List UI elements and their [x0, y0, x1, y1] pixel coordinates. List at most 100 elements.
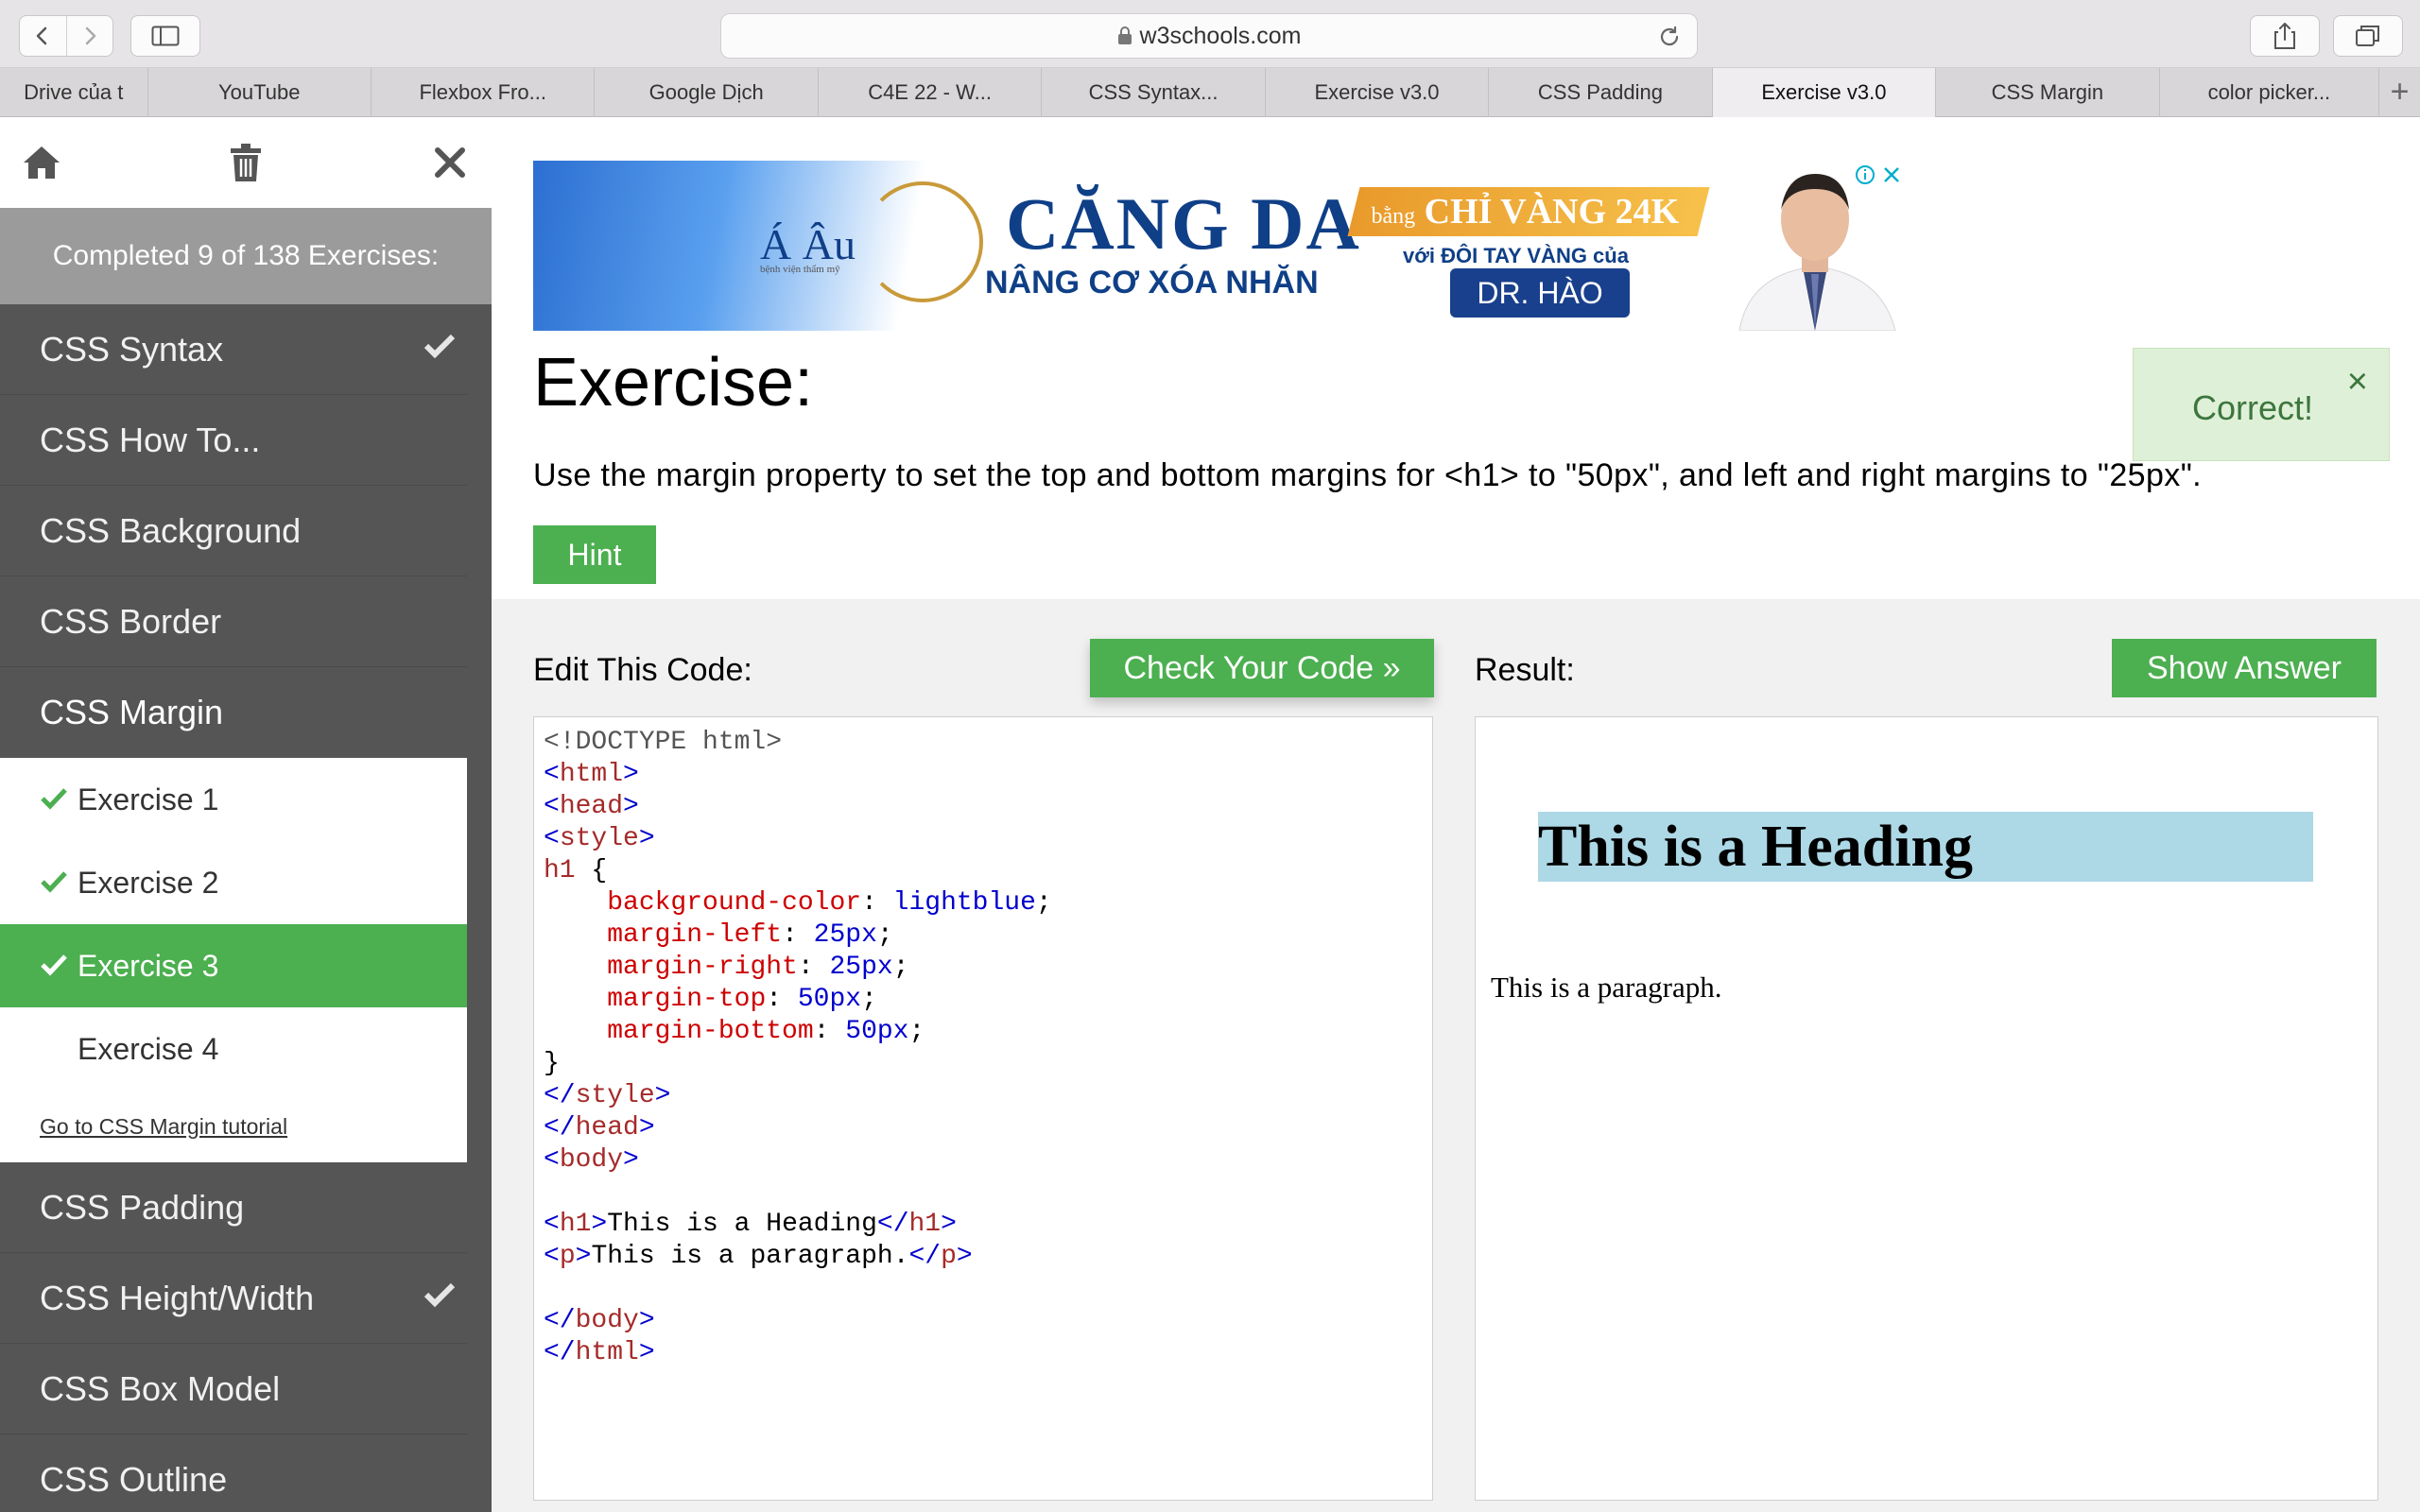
tab-bar: Drive của t YouTube Flexbox Fro... Googl… [0, 68, 2420, 117]
forward-button[interactable] [65, 16, 113, 56]
code-line: margin-left: 25px; [544, 919, 1423, 952]
tab-label: CSS Margin [1991, 80, 2104, 104]
correct-text: Correct! [2192, 388, 2314, 427]
sidebar-item-css-padding[interactable]: CSS Padding [0, 1162, 467, 1253]
exercise-item-1[interactable]: Exercise 1 [0, 758, 467, 841]
ad-brand-name: Á Âu [760, 220, 856, 268]
tab[interactable]: CSS Syntax... [1042, 68, 1266, 117]
show-answer-button[interactable]: Show Answer [2112, 639, 2377, 697]
sidebar-item-css-border[interactable]: CSS Border [0, 576, 467, 667]
result-frame: This is a Heading This is a paragraph. [1475, 716, 2378, 1501]
show-tabs-button[interactable] [2333, 15, 2403, 57]
code-token: 50px [845, 1017, 909, 1046]
code-token: : [797, 953, 830, 982]
home-button[interactable] [19, 140, 64, 185]
code-token: </ [544, 1306, 576, 1335]
code-editor[interactable]: <!DOCTYPE html> <html> <head> <style> h1 { b… [533, 716, 1433, 1501]
sidebar-item-label: CSS Outline [40, 1459, 228, 1499]
editor-title: Edit This Code: [533, 652, 752, 688]
exercise-item-2[interactable]: Exercise 2 [0, 841, 467, 924]
tab-active[interactable]: Exercise v3.0 [1712, 68, 1937, 117]
check-code-button[interactable]: Check Your Code » [1090, 639, 1434, 697]
code-line: <html> [544, 759, 1423, 791]
code-token: html [575, 1338, 639, 1367]
code-token: ; [876, 920, 893, 950]
browser-toolbar: w3schools.com [0, 0, 2420, 68]
exercise-item-3[interactable]: Exercise 3 [0, 924, 467, 1007]
code-token: html [559, 760, 624, 789]
tab[interactable]: Google Dịch [595, 68, 819, 117]
code-token: p [941, 1242, 957, 1271]
close-icon[interactable]: × [2347, 362, 2368, 403]
ad-brand: Á Âu bệnh viện thẩm mỹ [760, 219, 856, 275]
hint-button[interactable]: Hint [533, 525, 656, 584]
checkmark-icon [41, 788, 67, 810]
tab[interactable]: CSS Padding [1489, 68, 1713, 117]
checkmark-icon [41, 871, 67, 893]
code-token: h1 [559, 1210, 592, 1239]
close-sidebar-button[interactable] [427, 140, 473, 185]
ad-gold-ribbon: bằng CHỈ VÀNG 24K [1347, 187, 1710, 236]
exercise-description: Use the margin property to set the top a… [533, 457, 2203, 493]
code-token: > [638, 1113, 655, 1143]
code-token: </ [544, 1113, 576, 1143]
sidebar-item-css-background[interactable]: CSS Background [0, 486, 467, 576]
doctor-photo [1720, 161, 1910, 331]
code-token: body [575, 1306, 639, 1335]
sidebar-item-css-height-width[interactable]: CSS Height/Width [0, 1253, 467, 1344]
sidebar-item-css-margin[interactable]: CSS Margin [0, 667, 467, 758]
close-icon[interactable] [1881, 164, 1902, 185]
new-tab-button[interactable]: + [2379, 68, 2420, 116]
reload-icon[interactable] [1657, 25, 1682, 49]
code-token: This is a paragraph. [591, 1242, 909, 1271]
code-token: : [861, 888, 893, 918]
result-paragraph: This is a paragraph. [1491, 971, 1722, 1004]
ad-controls [1855, 164, 1902, 185]
code-line: background-color: lightblue; [544, 887, 1423, 919]
tutorial-link[interactable]: Go to CSS Margin tutorial [0, 1091, 467, 1162]
tab-label: Drive của t [24, 80, 124, 104]
reset-button[interactable] [223, 140, 268, 185]
checkmark-icon [424, 1282, 456, 1308]
exercise-item-4[interactable]: Exercise 4 [0, 1007, 467, 1091]
code-token: ; [908, 1017, 925, 1046]
tab[interactable]: Exercise v3.0 [1266, 68, 1490, 117]
info-icon[interactable] [1855, 164, 1876, 185]
tab[interactable]: color picker... [2160, 68, 2380, 117]
sidebar-item-label: CSS Height/Width [40, 1278, 315, 1317]
tab[interactable]: Flexbox Fro... [372, 68, 596, 117]
code-token: 25px [829, 953, 893, 982]
code-token: margin-left [607, 920, 783, 950]
tab-label: Flexbox Fro... [419, 80, 546, 104]
code-token: style [559, 824, 639, 853]
tab[interactable]: CSS Margin [1936, 68, 2160, 117]
sidebar-item-css-how-to[interactable]: CSS How To... [0, 395, 467, 486]
sidebar-toggle-button[interactable] [130, 15, 200, 57]
code-line: <style> [544, 823, 1423, 855]
sidebar-item-css-box-model[interactable]: CSS Box Model [0, 1344, 467, 1435]
back-button[interactable] [20, 16, 66, 56]
address-bar[interactable]: w3schools.com [720, 13, 1698, 59]
code-token: h1 [908, 1210, 942, 1239]
advertisement-banner[interactable]: Á Âu bệnh viện thẩm mỹ CĂNG DA NÂNG CƠ X… [533, 161, 1910, 331]
code-token: ; [1035, 888, 1052, 918]
share-button[interactable] [2250, 15, 2320, 57]
code-token: background-color [607, 888, 862, 918]
tab-label: CSS Syntax... [1088, 80, 1219, 104]
code-line: </body> [544, 1305, 1423, 1337]
code-token: ; [892, 953, 909, 982]
code-token: : [813, 1017, 846, 1046]
tab-label: CSS Padding [1537, 80, 1663, 104]
tab[interactable]: C4E 22 - W... [819, 68, 1043, 117]
code-token: > [654, 1081, 671, 1110]
sidebar-item-css-syntax[interactable]: CSS Syntax [0, 304, 467, 395]
tab[interactable]: YouTube [148, 68, 372, 117]
tab[interactable]: Drive của t [0, 68, 148, 117]
sidebar-item-css-outline[interactable]: CSS Outline [0, 1435, 467, 1512]
ad-headline: CĂNG DA [1006, 182, 1361, 265]
exercise-label: Exercise 1 [78, 782, 219, 816]
code-token: </ [544, 1338, 576, 1367]
result-title: Result: [1475, 652, 1575, 688]
